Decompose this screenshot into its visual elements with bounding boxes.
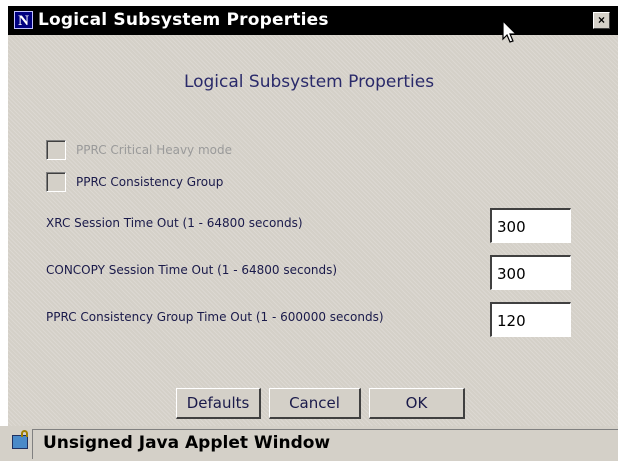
- unlocked-padlock-icon: [12, 430, 28, 449]
- applet-warning-text: Unsigned Java Applet Window: [43, 433, 331, 453]
- status-text-box: Unsigned Java Applet Window: [32, 429, 618, 459]
- critical-heavy-checkbox[interactable]: [46, 140, 66, 160]
- concopy-timeout-input[interactable]: 300: [490, 255, 571, 290]
- concopy-timeout-label: CONCOPY Session Time Out (1 - 64800 seco…: [46, 263, 338, 277]
- close-button[interactable]: ×: [593, 12, 610, 29]
- status-bar: Unsigned Java Applet Window: [0, 426, 618, 461]
- critical-heavy-label: PPRC Critical Heavy mode: [76, 143, 232, 157]
- ok-button[interactable]: OK: [369, 388, 465, 419]
- xrc-timeout-label: XRC Session Time Out (1 - 64800 seconds): [46, 216, 303, 230]
- window-title: Logical Subsystem Properties: [38, 10, 329, 30]
- pprc-group-timeout-input[interactable]: 120: [490, 302, 571, 337]
- xrc-timeout-input[interactable]: 300: [490, 208, 571, 243]
- consistency-group-label: PPRC Consistency Group: [76, 175, 224, 189]
- dialog-heading: Logical Subsystem Properties: [183, 72, 435, 92]
- cancel-button[interactable]: Cancel: [269, 388, 361, 419]
- defaults-button[interactable]: Defaults: [176, 388, 261, 419]
- consistency-group-checkbox[interactable]: [46, 172, 66, 192]
- mouse-pointer-icon: [502, 20, 518, 43]
- netscape-n-icon: N: [14, 11, 33, 29]
- title-bar[interactable]: N Logical Subsystem Properties ×: [8, 6, 618, 43]
- pprc-group-timeout-label: PPRC Consistency Group Time Out (1 - 600…: [46, 310, 384, 324]
